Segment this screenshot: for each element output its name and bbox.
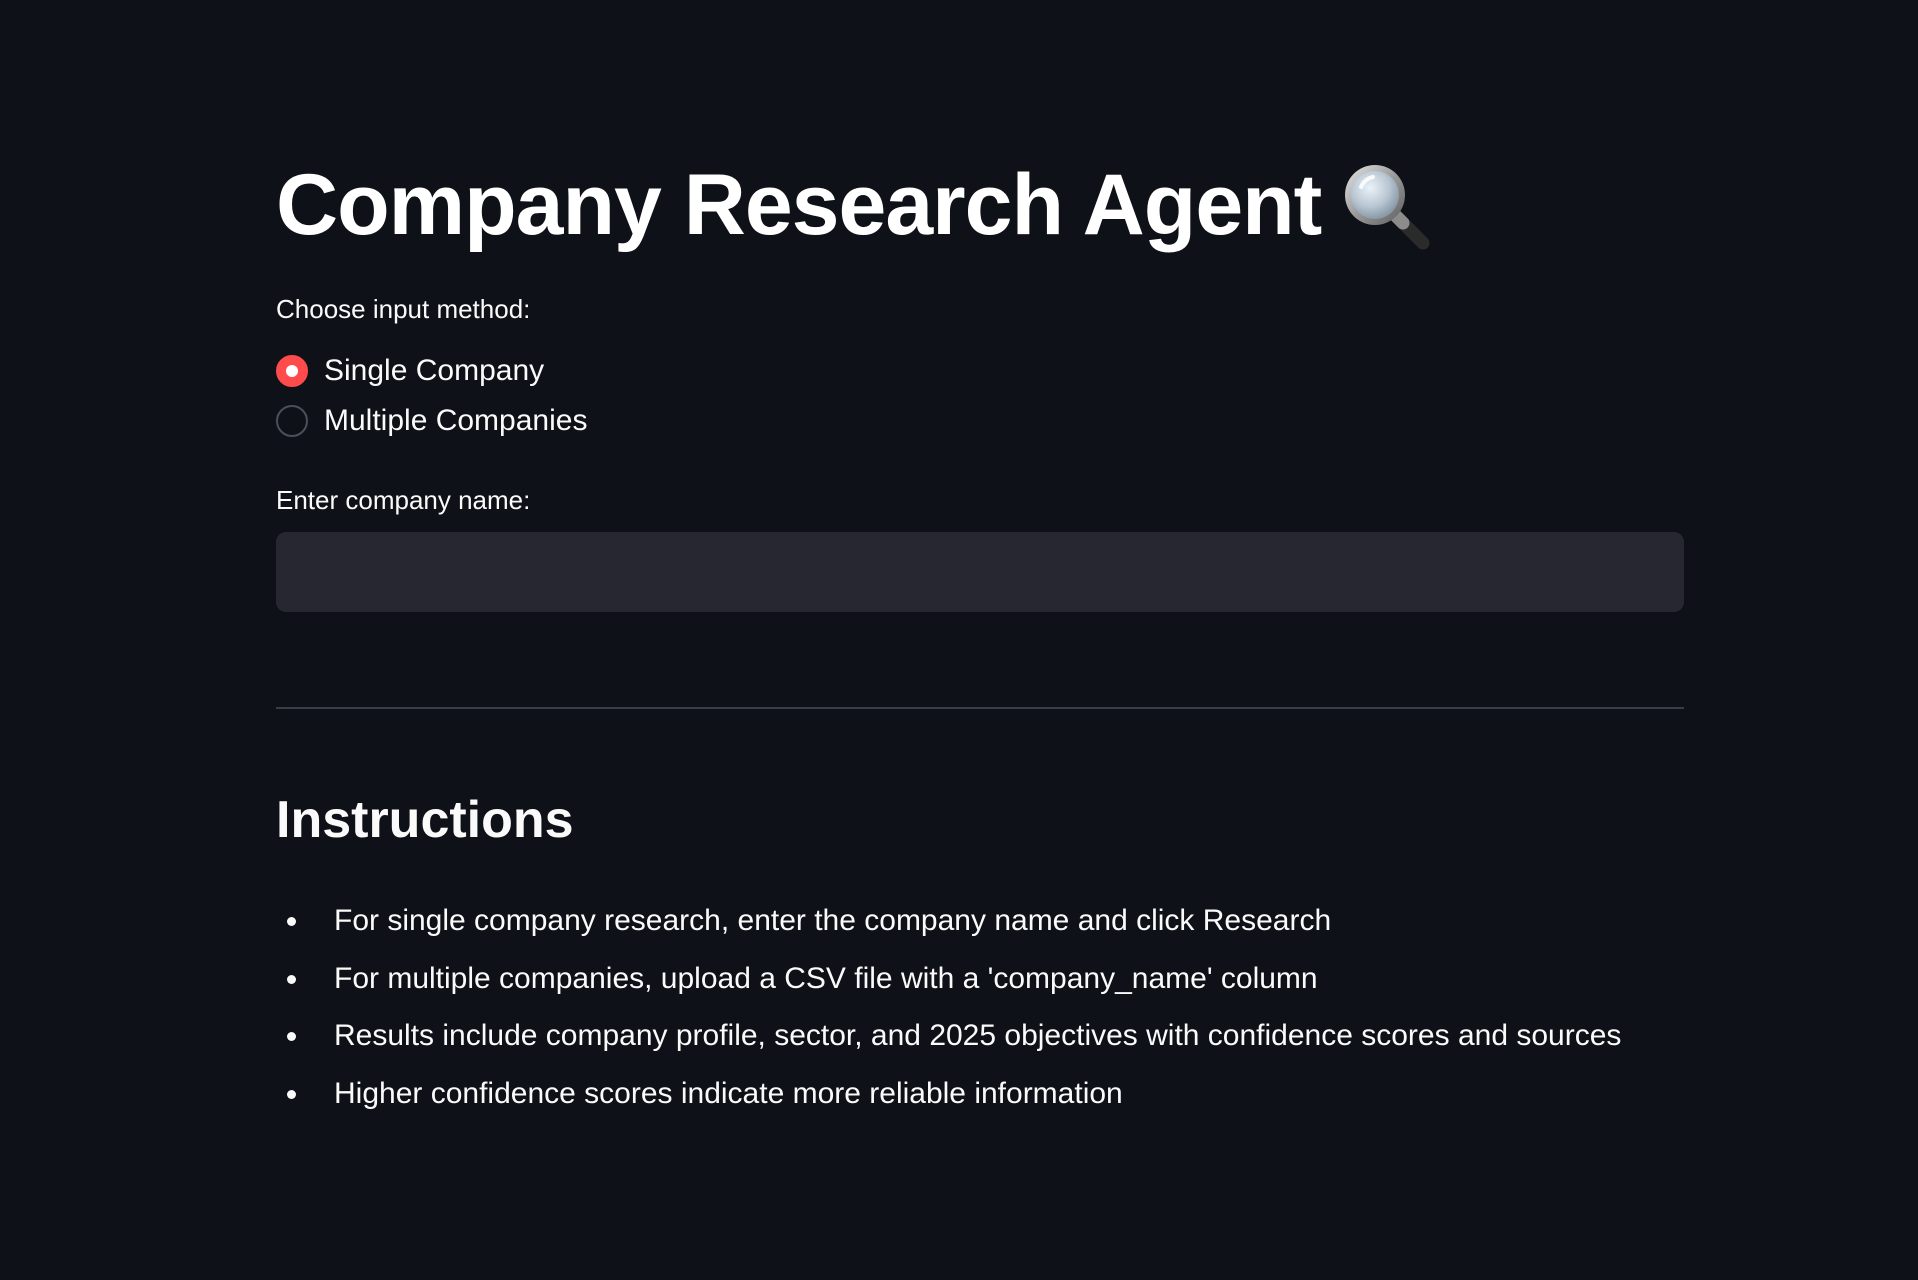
instruction-text: Higher confidence scores indicate more r… (334, 1076, 1123, 1110)
radio-option-label: Multiple Companies (324, 404, 588, 437)
page-title: Company Research Agent (276, 156, 1322, 253)
bullet-icon (287, 1089, 296, 1099)
radio-option-multiple-companies[interactable]: Multiple Companies (276, 396, 587, 446)
instructions-list: For single company research, enter the c… (276, 892, 1621, 1122)
magnifying-glass-icon (1337, 157, 1433, 253)
instruction-item: For single company research, enter the c… (276, 892, 1621, 950)
instruction-text: For multiple companies, upload a CSV fil… (334, 961, 1318, 995)
input-method-label: Choose input method: (276, 294, 531, 324)
instruction-text: For single company research, enter the c… (334, 904, 1332, 937)
company-name-label: Enter company name: (276, 485, 531, 515)
instruction-item: Higher confidence scores indicate more r… (276, 1065, 1621, 1123)
radio-checked-icon[interactable] (276, 355, 308, 387)
input-method-radio-group: Single Company Multiple Companies (276, 346, 587, 446)
bullet-icon (287, 974, 296, 984)
company-name-input[interactable] (276, 532, 1684, 612)
instructions-heading: Instructions (276, 791, 574, 849)
bullet-icon (287, 917, 296, 926)
divider (276, 707, 1684, 709)
radio-option-label: Single Company (324, 354, 545, 387)
radio-unchecked-icon[interactable] (276, 405, 308, 437)
instruction-item: Results include company profile, sector,… (276, 1007, 1621, 1065)
instruction-item: For multiple companies, upload a CSV fil… (276, 950, 1621, 1008)
title-row: Company Research Agent (276, 150, 1433, 260)
instruction-text: Results include company profile, sector,… (334, 1019, 1622, 1052)
bullet-icon (287, 1032, 296, 1041)
radio-option-single-company[interactable]: Single Company (276, 346, 587, 396)
